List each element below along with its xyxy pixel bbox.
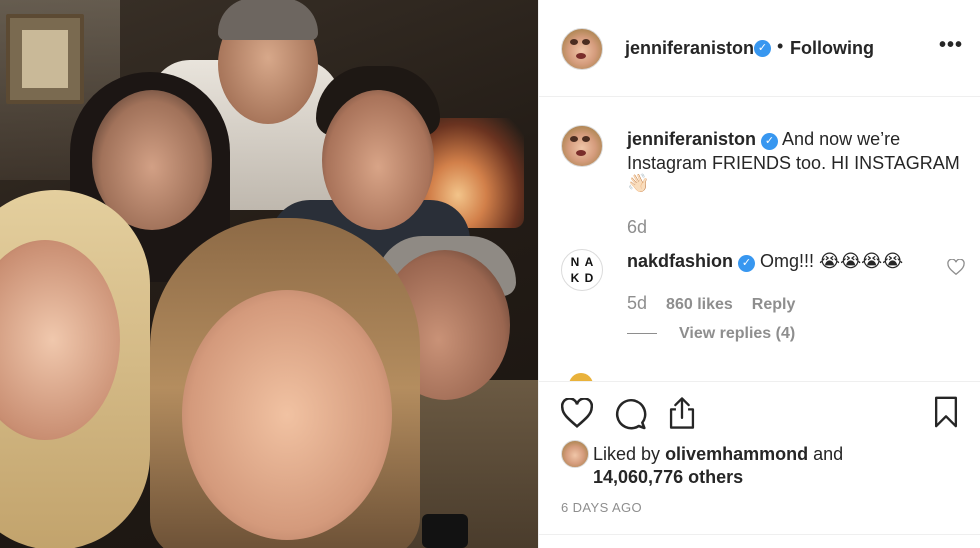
separator-dot: • bbox=[777, 36, 784, 56]
verified-badge-icon: ✓ bbox=[761, 133, 779, 150]
commenter-avatar[interactable]: N A K D bbox=[561, 249, 603, 291]
post-header: jenniferaniston ✓ • Following ••• bbox=[539, 0, 980, 97]
photo-person-face bbox=[322, 90, 434, 230]
likes-count[interactable]: 14,060,776 others bbox=[593, 467, 743, 487]
verified-badge-icon: ✓ bbox=[754, 40, 771, 57]
post-sidebar: jenniferaniston ✓ • Following ••• jennif… bbox=[538, 0, 980, 548]
liker-avatar[interactable] bbox=[561, 440, 589, 468]
logo-letter: A bbox=[584, 255, 594, 269]
photo-person-face bbox=[182, 290, 392, 540]
liked-by-line: Liked by olivemhammond and bbox=[593, 444, 843, 465]
post-actions: Liked by olivemhammond and 14,060,776 ot… bbox=[539, 381, 980, 548]
post-photo[interactable] bbox=[0, 0, 538, 548]
logo-letter: K bbox=[570, 271, 580, 285]
comment-time[interactable]: 5d bbox=[627, 293, 647, 313]
bookmark-icon[interactable] bbox=[933, 396, 959, 428]
divider bbox=[539, 534, 980, 535]
author-avatar[interactable] bbox=[561, 28, 603, 70]
liked-by-prefix: Liked by bbox=[593, 444, 661, 464]
more-options-icon[interactable]: ••• bbox=[939, 34, 963, 57]
likes-count-line: 14,060,776 others bbox=[593, 467, 743, 488]
photo-person-face bbox=[218, 0, 318, 124]
wave-emoji: 👋🏻 bbox=[627, 173, 650, 193]
view-replies-button[interactable]: View replies (4) bbox=[627, 325, 795, 343]
comment-text: nakdfashion ✓ Omg!!! 😭😭😭😭 bbox=[627, 251, 903, 272]
caption-time[interactable]: 6d bbox=[627, 217, 647, 238]
comments-section[interactable]: jenniferaniston ✓ And now we’re Instagra… bbox=[539, 97, 980, 381]
comment-body: Omg!!! 😭😭😭😭 bbox=[760, 251, 904, 271]
heart-icon[interactable] bbox=[561, 398, 593, 428]
caption-username[interactable]: jenniferaniston bbox=[627, 129, 756, 149]
photo-phone bbox=[422, 514, 468, 548]
following-button[interactable]: Following bbox=[790, 38, 874, 59]
comment-like-heart-icon[interactable] bbox=[947, 259, 965, 275]
caption-avatar[interactable] bbox=[561, 125, 603, 167]
share-icon[interactable] bbox=[667, 396, 697, 430]
comment-meta: 5d 860 likes Reply bbox=[627, 293, 809, 314]
comment-bubble-icon[interactable] bbox=[615, 398, 647, 430]
post-date[interactable]: 6 DAYS AGO bbox=[561, 500, 642, 515]
logo-letter: D bbox=[584, 271, 594, 285]
verified-badge-icon: ✓ bbox=[738, 255, 756, 272]
photo-wall-frame bbox=[6, 14, 84, 104]
liker-username[interactable]: olivemhammond bbox=[665, 444, 808, 464]
comment-likes[interactable]: 860 likes bbox=[666, 296, 733, 313]
liked-by-conjunction: and bbox=[813, 444, 844, 464]
logo-letter: N bbox=[570, 255, 580, 269]
next-comment-avatar bbox=[569, 373, 593, 381]
caption-text: jenniferaniston ✓ And now we’re Instagra… bbox=[627, 127, 967, 175]
commenter-username[interactable]: nakdfashion bbox=[627, 251, 733, 271]
reply-button[interactable]: Reply bbox=[752, 296, 796, 313]
author-username[interactable]: jenniferaniston bbox=[625, 38, 754, 59]
